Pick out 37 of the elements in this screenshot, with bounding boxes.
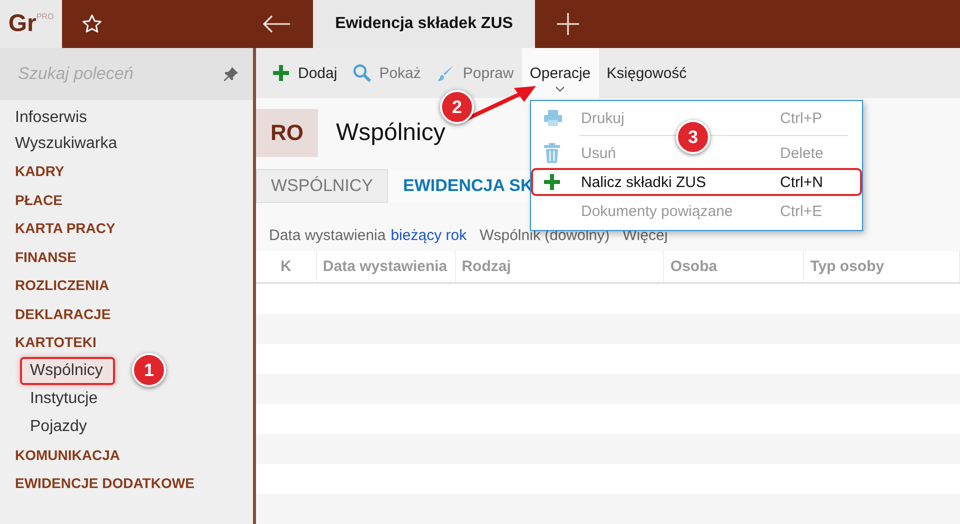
nav-subitem[interactable]: Pojazdy: [20, 412, 99, 440]
filter-label[interactable]: Data wystawienia: [269, 227, 386, 244]
nav-category[interactable]: KOMUNIKACJA: [15, 442, 120, 467]
nav-category[interactable]: ROZLICZENIA: [15, 273, 110, 298]
nav-category[interactable]: DEKLARACJE: [15, 302, 111, 326]
view-tab[interactable]: WSPÓLNICY: [256, 168, 388, 204]
plus-icon[interactable]: [556, 12, 580, 36]
nav-category[interactable]: KARTA PRACY: [15, 216, 116, 240]
trash-icon: [543, 143, 561, 163]
plus-icon: [272, 64, 290, 82]
filter-link[interactable]: bieżący rok: [390, 227, 467, 244]
toolbar-button[interactable]: Dodaj: [264, 48, 346, 98]
back-arrow-icon[interactable]: [263, 15, 291, 33]
filter-label[interactable]: Wspólnik (dowolny): [480, 227, 610, 244]
menu-item[interactable]: Nalicz składki ZUS Ctrl+N: [531, 168, 862, 196]
star-icon[interactable]: [81, 13, 103, 35]
nav-subitem[interactable]: Wspólnicy: [20, 356, 115, 384]
search-box[interactable]: Szukaj poleceń: [0, 48, 253, 100]
nav-subitem[interactable]: Instytucje: [20, 384, 110, 412]
brush-icon: [436, 64, 455, 82]
nav-category[interactable]: EWIDENCJE DODATKOWE: [15, 471, 194, 496]
printer-icon: [543, 109, 563, 127]
nav-category[interactable]: PŁACE: [15, 188, 62, 212]
pin-icon[interactable]: [223, 66, 239, 82]
nav-link[interactable]: Wyszukiwarka: [15, 133, 118, 155]
search-icon: [353, 64, 372, 82]
plus-icon: [543, 173, 561, 191]
nav-category[interactable]: KADRY: [15, 159, 64, 184]
search-field[interactable]: Szukaj poleceń: [16, 63, 223, 85]
chevron-down-icon: [555, 86, 566, 92]
nav-link[interactable]: Infoserwis: [15, 107, 88, 129]
toolbar-button[interactable]: Księgowość: [598, 48, 695, 98]
nav-category[interactable]: FINANSE: [15, 244, 76, 269]
nav-category[interactable]: KARTOTEKI: [15, 330, 96, 354]
document-tab[interactable]: Ewidencja składek ZUS: [313, 0, 535, 48]
toolbar-button[interactable]: Operacje: [522, 48, 599, 98]
module-badge: RO: [256, 109, 318, 158]
